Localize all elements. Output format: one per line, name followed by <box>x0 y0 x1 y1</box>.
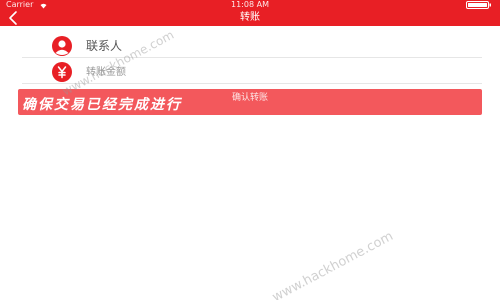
contact-label: 联系人 <box>86 39 123 53</box>
watermark-bottom: www.hackhome.com <box>270 228 396 300</box>
overlay-caption: 确保交易已经完成进行 <box>22 97 182 113</box>
status-time: 11:08 AM <box>231 0 269 9</box>
person-avatar-icon <box>52 36 72 56</box>
page-title: 转账 <box>240 12 260 23</box>
transfer-screen: Carrier 11:08 AM 转账 联系人 转账金额 确认转账 确保交易已经… <box>0 0 500 300</box>
yuan-coin-icon <box>52 62 72 82</box>
row-divider <box>22 57 482 58</box>
nav-bar: 转账 <box>0 10 500 26</box>
app-header: Carrier 11:08 AM 转账 <box>0 0 500 26</box>
contact-row[interactable]: 联系人 <box>0 34 500 58</box>
battery-icon <box>466 1 492 9</box>
status-bar: Carrier 11:08 AM <box>0 0 500 10</box>
